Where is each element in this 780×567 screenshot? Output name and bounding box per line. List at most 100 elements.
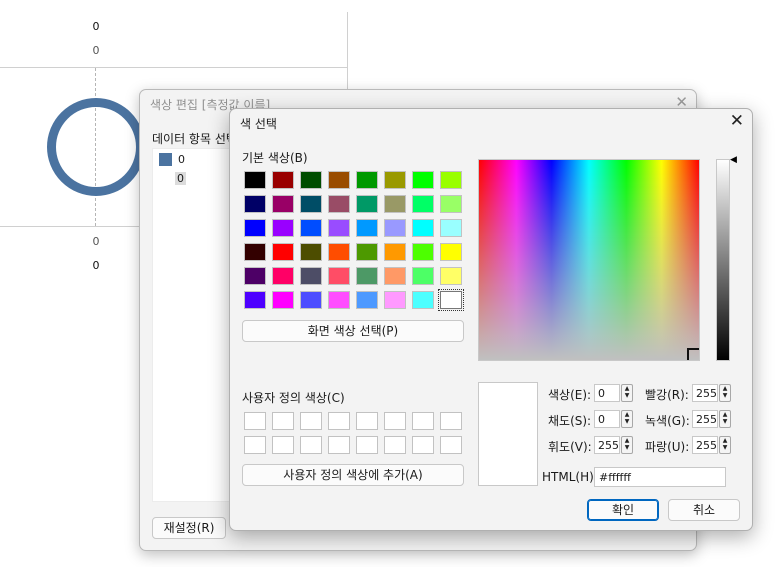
- reset-button[interactable]: 재설정(R): [152, 517, 226, 539]
- basic-color-swatch[interactable]: [412, 291, 434, 309]
- basic-color-swatch[interactable]: [244, 243, 266, 261]
- custom-color-swatch[interactable]: [356, 436, 378, 454]
- basic-color-swatch[interactable]: [440, 171, 462, 189]
- basic-color-swatch[interactable]: [328, 291, 350, 309]
- basic-color-swatch[interactable]: [300, 219, 322, 237]
- custom-color-swatch[interactable]: [384, 436, 406, 454]
- basic-color-swatch[interactable]: [356, 267, 378, 285]
- basic-color-swatch[interactable]: [440, 219, 462, 237]
- basic-color-swatch[interactable]: [272, 219, 294, 237]
- custom-color-swatch[interactable]: [328, 436, 350, 454]
- blue-input[interactable]: 255: [692, 436, 718, 454]
- basic-color-swatch[interactable]: [412, 171, 434, 189]
- red-spinner[interactable]: ▲ ▼: [719, 384, 731, 402]
- chart-label: 0: [92, 259, 100, 272]
- basic-color-swatch[interactable]: [412, 243, 434, 261]
- basic-color-swatch[interactable]: [356, 171, 378, 189]
- basic-color-swatch[interactable]: [440, 267, 462, 285]
- basic-color-swatch[interactable]: [300, 171, 322, 189]
- basic-color-swatch[interactable]: [272, 291, 294, 309]
- cancel-button[interactable]: 취소: [668, 499, 740, 521]
- basic-color-swatch[interactable]: [328, 219, 350, 237]
- basic-color-swatch[interactable]: [300, 243, 322, 261]
- red-input[interactable]: 255: [692, 384, 718, 402]
- basic-color-swatch[interactable]: [384, 171, 406, 189]
- basic-color-swatch[interactable]: [412, 195, 434, 213]
- green-label: 녹색(G):: [645, 414, 690, 428]
- basic-color-swatch[interactable]: [328, 171, 350, 189]
- custom-color-swatch[interactable]: [272, 436, 294, 454]
- custom-color-swatch[interactable]: [412, 412, 434, 430]
- list-item-label: 0: [178, 153, 185, 166]
- basic-color-swatch[interactable]: [300, 267, 322, 285]
- basic-color-swatch[interactable]: [328, 267, 350, 285]
- basic-color-swatch[interactable]: [384, 291, 406, 309]
- custom-color-swatch[interactable]: [328, 412, 350, 430]
- chart-gridline-horizontal: [0, 67, 348, 68]
- basic-color-swatch[interactable]: [244, 267, 266, 285]
- close-icon[interactable]: ✕: [730, 111, 744, 131]
- custom-color-swatch[interactable]: [356, 412, 378, 430]
- basic-color-swatch[interactable]: [328, 243, 350, 261]
- custom-color-swatch[interactable]: [440, 412, 462, 430]
- custom-color-grid: [244, 412, 462, 454]
- basic-color-swatch[interactable]: [438, 289, 464, 311]
- val-input[interactable]: 255: [594, 436, 620, 454]
- val-spinner[interactable]: ▲ ▼: [621, 436, 633, 454]
- basic-color-swatch[interactable]: [300, 195, 322, 213]
- sat-spinner[interactable]: ▲ ▼: [621, 410, 633, 428]
- basic-color-swatch[interactable]: [300, 291, 322, 309]
- list-item[interactable]: 0: [159, 153, 185, 166]
- basic-color-swatch[interactable]: [272, 267, 294, 285]
- ok-button[interactable]: 확인: [587, 499, 659, 521]
- basic-color-swatch[interactable]: [272, 171, 294, 189]
- green-spinner[interactable]: ▲ ▼: [719, 410, 731, 428]
- slider-arrow-icon[interactable]: ◀: [730, 155, 737, 165]
- crosshair-icon: [687, 348, 699, 360]
- basic-color-swatch[interactable]: [244, 291, 266, 309]
- color-picker-dialog: 색 선택 ✕ 기본 색상(B) 화면 색상 선택(P) 사용자 정의 색상(C)…: [229, 108, 753, 531]
- basic-color-swatch[interactable]: [272, 243, 294, 261]
- basic-color-swatch[interactable]: [412, 267, 434, 285]
- sat-input[interactable]: 0: [594, 410, 620, 428]
- chart-label: 0: [92, 235, 100, 248]
- basic-color-swatch[interactable]: [356, 195, 378, 213]
- basic-color-swatch[interactable]: [244, 219, 266, 237]
- basic-color-swatch[interactable]: [440, 195, 462, 213]
- custom-color-swatch[interactable]: [384, 412, 406, 430]
- color-spectrum[interactable]: [478, 159, 700, 361]
- custom-color-swatch[interactable]: [244, 436, 266, 454]
- html-color-input[interactable]: #ffffff: [594, 467, 726, 487]
- custom-color-swatch[interactable]: [272, 412, 294, 430]
- html-label: HTML(H):: [542, 470, 598, 484]
- custom-color-swatch[interactable]: [412, 436, 434, 454]
- list-item-selected[interactable]: 0: [175, 172, 186, 185]
- basic-color-swatch[interactable]: [384, 219, 406, 237]
- basic-color-swatch[interactable]: [272, 195, 294, 213]
- add-custom-color-button[interactable]: 사용자 정의 색상에 추가(A): [242, 464, 464, 486]
- basic-color-swatch[interactable]: [244, 171, 266, 189]
- basic-color-swatch[interactable]: [384, 243, 406, 261]
- basic-color-swatch[interactable]: [244, 195, 266, 213]
- hue-input[interactable]: 0: [594, 384, 620, 402]
- hue-label: 색상(E):: [548, 388, 592, 402]
- custom-color-swatch[interactable]: [300, 436, 322, 454]
- custom-color-swatch[interactable]: [244, 412, 266, 430]
- basic-color-swatch[interactable]: [328, 195, 350, 213]
- blue-spinner[interactable]: ▲ ▼: [719, 436, 731, 454]
- basic-color-swatch[interactable]: [412, 219, 434, 237]
- pick-screen-color-button[interactable]: 화면 색상 선택(P): [242, 320, 464, 342]
- basic-color-swatch[interactable]: [356, 219, 378, 237]
- basic-color-swatch[interactable]: [384, 195, 406, 213]
- basic-color-swatch[interactable]: [440, 243, 462, 261]
- color-preview: [478, 382, 538, 486]
- chart-label: 0: [92, 20, 100, 33]
- custom-color-swatch[interactable]: [440, 436, 462, 454]
- luminance-slider[interactable]: [716, 159, 730, 361]
- hue-spinner[interactable]: ▲ ▼: [621, 384, 633, 402]
- custom-color-swatch[interactable]: [300, 412, 322, 430]
- basic-color-swatch[interactable]: [384, 267, 406, 285]
- basic-color-swatch[interactable]: [356, 243, 378, 261]
- basic-color-swatch[interactable]: [356, 291, 378, 309]
- green-input[interactable]: 255: [692, 410, 718, 428]
